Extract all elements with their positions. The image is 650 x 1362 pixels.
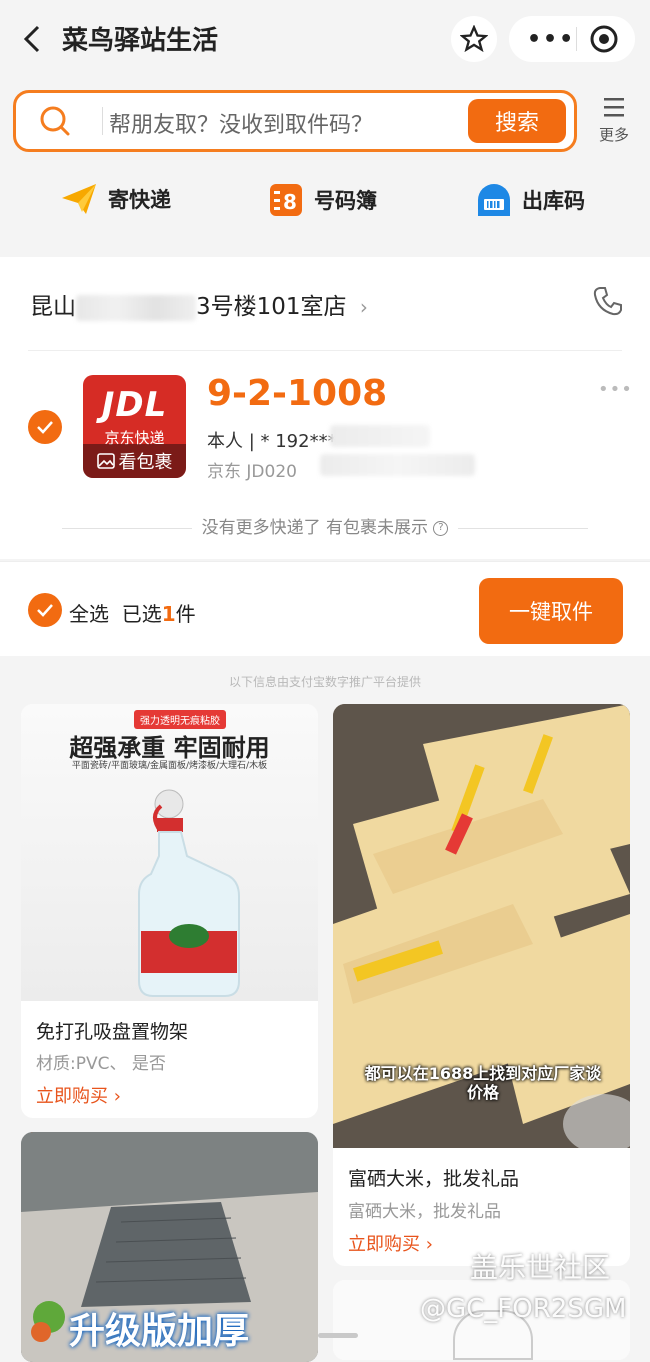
video-caption: 都可以在1688上找到对应厂家谈价格 — [364, 1064, 602, 1102]
menu-icon — [604, 98, 624, 117]
top-area: 菜鸟驿站生活 ••• 帮朋友取？没收到取件码？ 搜索 更多 寄快递 8 号码簿 … — [0, 0, 650, 255]
no-more-label: 没有更多快递了 有包裹未展示 — [201, 518, 428, 538]
product-desc: 富硒大米，批发礼品 — [348, 1202, 501, 1222]
product-name: 富硒大米，批发礼品 — [348, 1168, 520, 1190]
search-divider — [102, 107, 103, 135]
water-bottle-illustration — [138, 789, 240, 997]
quick-send-label: 寄快递 — [108, 188, 171, 212]
chevron-right-icon: › — [425, 1234, 433, 1255]
product-card-mat[interactable]: 升级版加厚 — [21, 1132, 318, 1362]
quick-outcode-label: 出库码 — [522, 189, 585, 213]
select-all-label[interactable]: 全选 — [69, 602, 109, 626]
search-input[interactable]: 帮朋友取？没收到取件码？ — [109, 107, 373, 139]
quick-addressbook[interactable]: 8 号码簿 — [268, 182, 377, 218]
divider — [28, 350, 622, 351]
home-indicator — [318, 1333, 358, 1338]
station-name-suffix: 3号楼101室店 — [196, 294, 347, 320]
product-image: 都可以在1688上找到对应厂家谈价格 — [333, 704, 630, 1148]
parcel-checkbox[interactable] — [28, 410, 62, 444]
title-bar: 菜鸟驿站生活 ••• — [0, 0, 650, 78]
quick-send[interactable]: 寄快递 — [60, 182, 171, 216]
product-image: 强力透明无痕粘胶 超强承重 牢固耐用 平面瓷砖/平面玻璃/金属面板/烤漆板/大理… — [21, 704, 318, 1001]
page-title: 菜鸟驿站生活 — [62, 26, 219, 56]
jdl-logo: JDL — [101, 385, 168, 425]
select-all-checkbox[interactable] — [28, 593, 62, 627]
watermark-handle: @GC_FOR2SGM — [420, 1294, 627, 1324]
capsule-menu: ••• — [509, 16, 635, 62]
check-icon — [37, 604, 53, 617]
buy-now-label: 立即购买 — [348, 1234, 420, 1255]
divider — [61, 527, 192, 529]
parcel-owner: 本人 | * 192**** — [207, 431, 346, 452]
redacted-block — [320, 454, 475, 476]
tracking-number: 京东 JD020 — [207, 462, 297, 482]
product-card-rice[interactable]: 都可以在1688上找到对应厂家谈价格 富硒大米，批发礼品 富硒大米，批发礼品 立… — [333, 704, 630, 1266]
selected-count: 1 — [161, 602, 176, 626]
product-name: 免打孔吸盘置物架 — [36, 1021, 189, 1043]
no-more-parcels[interactable]: 没有更多快递了 有包裹未展示 ? — [0, 513, 650, 538]
chevron-right-icon: › — [113, 1086, 121, 1107]
more-dots-icon[interactable]: ••• — [527, 27, 575, 52]
ad-disclaimer: 以下信息由支付宝数字推广平台提供 — [228, 675, 421, 689]
select-bar: 全选 已选1件 一键取件 — [0, 561, 650, 656]
buy-now-label: 立即购买 — [36, 1086, 108, 1107]
selected-prefix: 已选 — [121, 602, 162, 626]
close-miniapp-icon[interactable] — [589, 24, 619, 54]
search-box[interactable]: 帮朋友取？没收到取件码？ 搜索 — [13, 90, 577, 152]
product-tag: 强力透明无痕粘胶 — [134, 710, 226, 729]
parcel-thumbnail[interactable]: JDL 京东快递 看包裹 — [83, 375, 186, 478]
selected-unit: 件 — [175, 602, 196, 626]
more-menu[interactable]: 更多 — [594, 96, 634, 145]
parcel-more-icon[interactable]: ••• — [598, 379, 633, 400]
view-parcel-label: 看包裹 — [118, 452, 173, 473]
star-icon — [460, 25, 488, 53]
svg-text:8: 8 — [283, 190, 297, 214]
favorite-button[interactable] — [451, 16, 497, 62]
more-label: 更多 — [598, 126, 629, 144]
quick-addressbook-label: 号码簿 — [314, 189, 377, 213]
redacted-block — [330, 425, 430, 447]
product-image: 升级版加厚 — [21, 1132, 318, 1362]
product-desc: 材质:PVC、 是否 — [36, 1054, 166, 1074]
barcode-icon — [478, 184, 510, 216]
product-headline: 升级版加厚 — [69, 1311, 250, 1352]
buy-now-link[interactable]: 立即购买 › — [36, 1082, 121, 1108]
search-button[interactable]: 搜索 — [468, 99, 566, 143]
station-card: 昆山 3号楼101室店 › JDL 京东快递 看包裹 9-2-1008 本人 | … — [0, 257, 650, 559]
view-parcel-button[interactable]: 看包裹 — [83, 444, 186, 478]
selection-summary: 全选 已选1件 — [69, 598, 196, 627]
station-name[interactable]: 昆山 3号楼101室店 › — [30, 287, 368, 321]
addressbook-icon: 8 — [270, 184, 302, 216]
image-icon — [96, 453, 115, 469]
product-card-shelf[interactable]: 强力透明无痕粘胶 超强承重 牢固耐用 平面瓷砖/平面玻璃/金属面板/烤漆板/大理… — [21, 704, 318, 1118]
redacted-block — [76, 294, 196, 321]
check-icon — [37, 421, 53, 434]
one-key-pickup-button[interactable]: 一键取件 — [479, 578, 623, 644]
quick-outcode[interactable]: 出库码 — [476, 182, 585, 218]
phone-icon[interactable] — [592, 285, 624, 317]
send-icon — [62, 184, 96, 214]
buy-now-link[interactable]: 立即购买 › — [348, 1230, 433, 1256]
watermark-title: 盖乐世社区 — [470, 1251, 611, 1284]
help-icon: ? — [433, 520, 449, 536]
station-name-prefix: 昆山 — [30, 294, 76, 320]
divider — [458, 527, 589, 529]
chevron-right-icon: › — [359, 295, 368, 319]
pickup-code: 9-2-1008 — [207, 373, 388, 414]
back-arrow-icon[interactable] — [18, 22, 48, 56]
search-icon — [40, 106, 70, 136]
product-subline: 平面瓷砖/平面玻璃/金属面板/烤漆板/大理石/木板 — [71, 761, 268, 771]
